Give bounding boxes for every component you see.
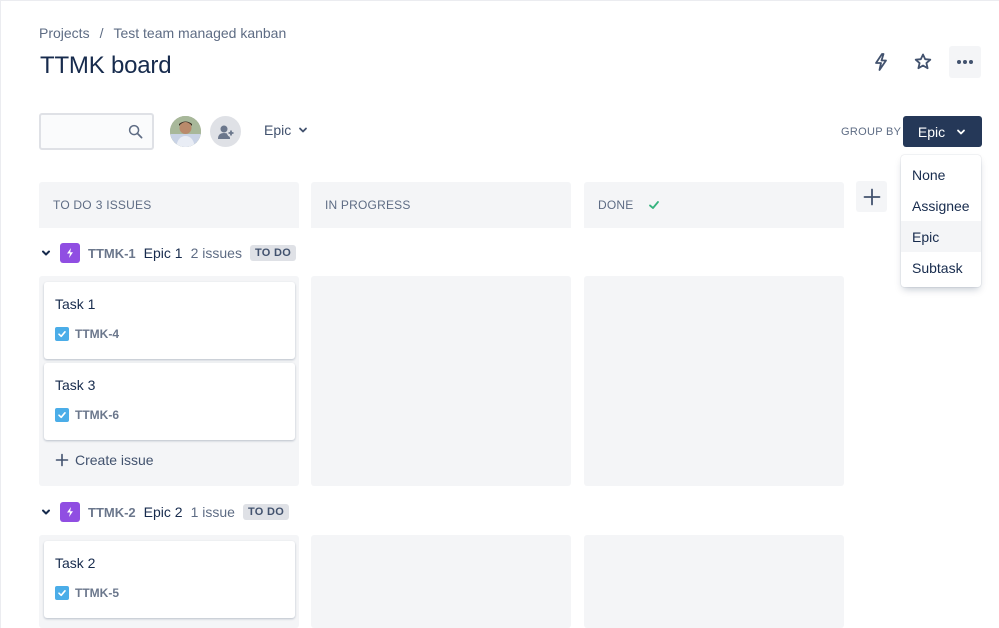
issue-count: 1 issue (190, 504, 235, 520)
issue-card[interactable]: Task 3 TTMK-6 (44, 363, 295, 440)
column-count: 3 ISSUES (95, 198, 152, 212)
page-title: TTMK board (40, 52, 172, 79)
issue-card[interactable]: Task 1 TTMK-4 (44, 282, 295, 359)
group-by-option-assignee[interactable]: Assignee (901, 190, 981, 221)
automation-button[interactable] (865, 46, 897, 78)
status-badge: TO DO (242, 504, 290, 520)
star-button[interactable] (907, 46, 939, 78)
breadcrumb: Projects / Test team managed kanban (39, 25, 286, 41)
card-title: Task 3 (55, 377, 96, 393)
create-issue-button[interactable]: Create issue (55, 452, 154, 468)
breadcrumb-project[interactable]: Test team managed kanban (113, 25, 286, 41)
issue-key: TTMK-4 (75, 327, 119, 341)
done-cell (584, 276, 844, 486)
check-icon (649, 201, 660, 209)
epic-name: Epic 1 (143, 245, 183, 261)
group-by-option-epic[interactable]: Epic (901, 221, 981, 252)
task-icon (55, 586, 69, 600)
lightning-icon (875, 53, 887, 71)
plus-icon (863, 188, 880, 205)
in-progress-cell (311, 535, 571, 628)
in-progress-cell (311, 276, 571, 486)
column-title: IN PROGRESS (325, 198, 411, 212)
chevron-down-icon (42, 250, 50, 256)
epic-icon (60, 243, 80, 263)
group-by-option-subtask[interactable]: Subtask (901, 252, 981, 283)
done-cell (584, 535, 844, 628)
group-by-selected: Epic (917, 123, 946, 140)
column-header-todo: TO DO 3 ISSUES (39, 182, 299, 228)
swimlane-header[interactable]: TTMK-2 Epic 2 1 issue TO DO (40, 501, 290, 523)
create-issue-label: Create issue (75, 452, 154, 468)
issue-count: 2 issues (190, 245, 242, 261)
breadcrumb-projects[interactable]: Projects (39, 25, 90, 41)
plus-icon (55, 453, 69, 467)
epic-key: TTMK-1 (88, 245, 136, 261)
group-by-option-none[interactable]: None (901, 159, 981, 190)
task-icon (55, 408, 69, 422)
issue-key: TTMK-6 (75, 408, 119, 422)
card-title: Task 2 (55, 555, 96, 571)
epic-key: TTMK-2 (88, 504, 136, 520)
chevron-down-icon (42, 509, 50, 515)
search-icon (128, 124, 143, 139)
column-title: TO DO (53, 198, 92, 212)
star-icon (914, 53, 932, 70)
breadcrumb-separator: / (99, 25, 104, 41)
add-column-button[interactable] (856, 181, 887, 212)
group-by-menu: None Assignee Epic Subtask (901, 155, 981, 287)
chevron-down-icon (957, 129, 966, 134)
issue-key: TTMK-5 (75, 586, 119, 600)
task-icon (55, 327, 69, 341)
more-button[interactable] (949, 46, 981, 78)
add-people-button[interactable] (210, 116, 241, 147)
avatar[interactable] (170, 116, 201, 147)
group-by-label: GROUP BY (841, 126, 902, 138)
column-header-done: DONE (584, 182, 844, 228)
swimlane-header[interactable]: TTMK-1 Epic 1 2 issues TO DO (40, 242, 297, 264)
search-input[interactable] (39, 113, 154, 150)
column-header-in-progress: IN PROGRESS (311, 182, 571, 228)
header-actions (865, 46, 981, 78)
epic-name: Epic 2 (143, 504, 183, 520)
epic-filter-dropdown[interactable]: Epic (264, 122, 309, 138)
group-by-button[interactable]: Epic (903, 116, 982, 147)
epic-icon (60, 502, 80, 522)
card-title: Task 1 (55, 296, 96, 312)
epic-filter-label: Epic (264, 122, 292, 138)
add-person-icon (217, 125, 235, 139)
status-badge: TO DO (249, 245, 297, 261)
issue-card[interactable]: Task 2 TTMK-5 (44, 541, 295, 618)
more-icon (957, 60, 973, 64)
chevron-down-icon (299, 127, 308, 133)
column-title: DONE (598, 198, 634, 212)
